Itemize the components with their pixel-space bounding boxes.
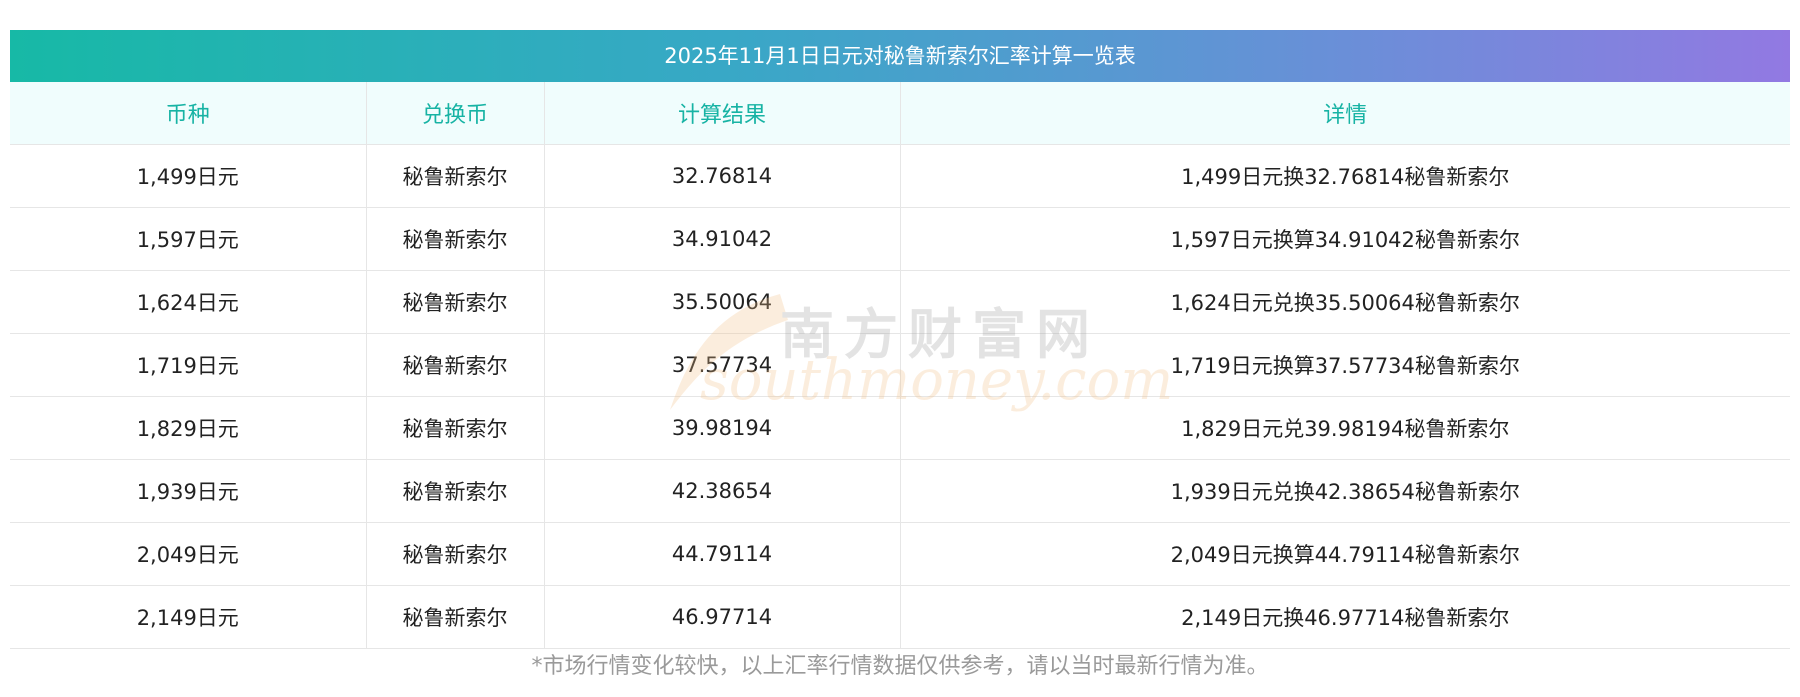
table-title: 2025年11月1日日元对秘鲁新索尔汇率计算一览表 xyxy=(10,30,1790,82)
cell-target-currency: 秘鲁新索尔 xyxy=(365,270,544,334)
cell-result: 39.98194 xyxy=(543,396,900,460)
cell-result: 46.97714 xyxy=(543,585,900,649)
rate-table-container: 2025年11月1日日元对秘鲁新索尔汇率计算一览表 币种 兑换币 计算结果 详情… xyxy=(10,30,1790,649)
header-currency: 币种 xyxy=(10,82,366,145)
table-row: 1,499日元 秘鲁新索尔 32.76814 1,499日元换32.76814秘… xyxy=(10,144,1790,208)
cell-details: 1,597日元换算34.91042秘鲁新索尔 xyxy=(899,207,1790,271)
cell-currency: 1,624日元 xyxy=(10,270,366,334)
header-target-currency: 兑换币 xyxy=(365,82,544,145)
cell-result: 44.79114 xyxy=(543,522,900,586)
cell-details: 2,149日元换46.97714秘鲁新索尔 xyxy=(899,585,1790,649)
cell-result: 37.57734 xyxy=(543,333,900,397)
cell-result: 34.91042 xyxy=(543,207,900,271)
cell-currency: 1,597日元 xyxy=(10,207,366,271)
table-row: 2,149日元 秘鲁新索尔 46.97714 2,149日元换46.97714秘… xyxy=(10,585,1790,649)
table-row: 1,624日元 秘鲁新索尔 35.50064 1,624日元兑换35.50064… xyxy=(10,270,1790,334)
cell-details: 1,499日元换32.76814秘鲁新索尔 xyxy=(899,144,1790,208)
cell-currency: 1,499日元 xyxy=(10,144,366,208)
table-row: 1,597日元 秘鲁新索尔 34.91042 1,597日元换算34.91042… xyxy=(10,207,1790,271)
cell-target-currency: 秘鲁新索尔 xyxy=(365,396,544,460)
cell-details: 1,939日元兑换42.38654秘鲁新索尔 xyxy=(899,459,1790,523)
table-row: 1,939日元 秘鲁新索尔 42.38654 1,939日元兑换42.38654… xyxy=(10,459,1790,523)
cell-target-currency: 秘鲁新索尔 xyxy=(365,459,544,523)
table-row: 1,719日元 秘鲁新索尔 37.57734 1,719日元换算37.57734… xyxy=(10,333,1790,397)
cell-target-currency: 秘鲁新索尔 xyxy=(365,522,544,586)
cell-currency: 1,719日元 xyxy=(10,333,366,397)
cell-target-currency: 秘鲁新索尔 xyxy=(365,144,544,208)
table-row: 2,049日元 秘鲁新索尔 44.79114 2,049日元换算44.79114… xyxy=(10,522,1790,586)
cell-result: 42.38654 xyxy=(543,459,900,523)
cell-details: 1,624日元兑换35.50064秘鲁新索尔 xyxy=(899,270,1790,334)
cell-details: 2,049日元换算44.79114秘鲁新索尔 xyxy=(899,522,1790,586)
cell-currency: 1,829日元 xyxy=(10,396,366,460)
cell-result: 32.76814 xyxy=(543,144,900,208)
disclaimer-footnote: *市场行情变化较快，以上汇率行情数据仅供参考，请以当时最新行情为准。 xyxy=(531,654,1269,679)
cell-result: 35.50064 xyxy=(543,270,900,334)
table-row: 1,829日元 秘鲁新索尔 39.98194 1,829日元兑39.98194秘… xyxy=(10,396,1790,460)
cell-target-currency: 秘鲁新索尔 xyxy=(365,585,544,649)
rate-table: 币种 兑换币 计算结果 详情 1,499日元 秘鲁新索尔 32.76814 1,… xyxy=(10,82,1790,649)
cell-target-currency: 秘鲁新索尔 xyxy=(365,333,544,397)
cell-target-currency: 秘鲁新索尔 xyxy=(365,207,544,271)
cell-currency: 1,939日元 xyxy=(10,459,366,523)
cell-details: 1,829日元兑39.98194秘鲁新索尔 xyxy=(899,396,1790,460)
cell-details: 1,719日元换算37.57734秘鲁新索尔 xyxy=(899,333,1790,397)
cell-currency: 2,149日元 xyxy=(10,585,366,649)
cell-currency: 2,049日元 xyxy=(10,522,366,586)
header-row: 币种 兑换币 计算结果 详情 xyxy=(10,82,1790,145)
header-details: 详情 xyxy=(899,82,1790,145)
header-result: 计算结果 xyxy=(543,82,900,145)
